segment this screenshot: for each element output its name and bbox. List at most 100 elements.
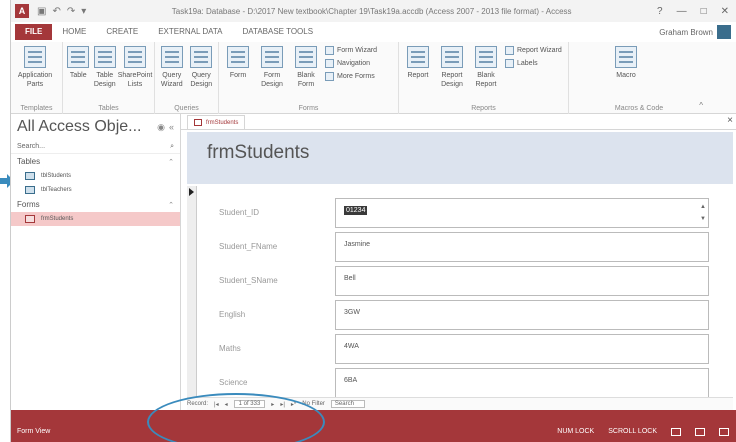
navigation-pane: All Access Obje... ◉ « Search... ⌕ Table…	[11, 114, 181, 410]
sharepoint-lists-icon	[124, 46, 146, 68]
query-design-icon	[190, 46, 213, 68]
view-status: Form View	[17, 428, 51, 435]
form-view-icon[interactable]	[671, 428, 681, 436]
form-button[interactable]: Form	[223, 46, 253, 80]
redo-icon[interactable]: ↷	[67, 6, 75, 17]
record-search-input[interactable]: Search	[330, 400, 365, 408]
nav-item-tblstudents[interactable]: tblStudents	[11, 169, 180, 183]
field-label: English	[219, 310, 246, 319]
nav-search-input[interactable]: Search...	[17, 143, 45, 150]
student-fname-field[interactable]: Jasmine	[335, 232, 709, 262]
avatar	[717, 25, 731, 39]
quick-access-toolbar: ▣ ↶ ↷ ▾	[37, 6, 86, 17]
english-field[interactable]: 3GW	[335, 300, 709, 330]
user-account[interactable]: Graham Brown	[659, 25, 731, 39]
table-button[interactable]: Table	[67, 46, 90, 80]
user-name: Graham Brown	[659, 27, 713, 37]
blank-form-icon	[295, 46, 317, 68]
labels-button[interactable]: Labels	[505, 59, 562, 68]
save-icon[interactable]: ▣	[37, 6, 46, 17]
query-wizard-icon	[160, 46, 183, 68]
nav-item-frmstudents[interactable]: frmStudents	[11, 212, 180, 226]
scroll-arrows-icon[interactable]: ▲ ▼	[700, 201, 706, 225]
application-parts-icon	[24, 46, 46, 68]
minimize-button[interactable]: —	[677, 6, 687, 17]
report-icon	[407, 46, 429, 68]
tab-database-tools[interactable]: DATABASE TOOLS	[233, 24, 324, 40]
student-id-field[interactable]: 01234 ▲ ▼	[335, 198, 709, 228]
collapse-icon: ⌃	[168, 201, 174, 209]
more-forms-icon	[325, 72, 334, 81]
close-button[interactable]: ✕	[721, 6, 729, 17]
nav-pane-header[interactable]: All Access Obje... ◉ «	[11, 114, 180, 140]
shutter-bar-icon[interactable]: «	[169, 122, 174, 133]
field-label: Student_SName	[219, 276, 278, 285]
more-forms-button[interactable]: More Forms	[325, 72, 377, 81]
blank-report-button[interactable]: Blank Report	[471, 46, 501, 89]
form-design-button[interactable]: Form Design	[257, 46, 287, 89]
science-field[interactable]: 6BA	[335, 368, 709, 398]
query-wizard-button[interactable]: Query Wizard	[159, 46, 185, 89]
collapse-ribbon-icon[interactable]: ^	[699, 101, 703, 110]
table-icon	[25, 172, 35, 180]
field-row-student-fname: Student_FName Jasmine	[219, 232, 719, 262]
navigation-button[interactable]: Navigation	[325, 59, 377, 68]
window-title: Task19a: Database - D:\2017 New textbook…	[171, 6, 572, 16]
group-label: Forms	[298, 105, 319, 112]
tab-file[interactable]: FILE	[15, 24, 53, 40]
report-design-button[interactable]: Report Design	[437, 46, 467, 89]
record-selector[interactable]	[187, 186, 197, 402]
tab-frmstudents[interactable]: frmStudents	[187, 115, 246, 129]
field-row-student-sname: Student_SName Bell	[219, 266, 719, 296]
undo-icon[interactable]: ↶	[52, 6, 60, 17]
group-label: Templates	[20, 105, 53, 112]
report-button[interactable]: Report	[403, 46, 433, 80]
field-label: Maths	[219, 344, 241, 353]
field-label: Science	[219, 378, 248, 387]
forms-small-buttons: Form Wizard Navigation More Forms	[325, 46, 377, 81]
access-window: A ▣ ↶ ↷ ▾ Task19a: Database - D:\2017 Ne…	[10, 0, 736, 442]
field-row-science: Science 6BA	[219, 368, 719, 398]
maximize-button[interactable]: □	[701, 6, 707, 17]
chevron-down-icon[interactable]: ◉	[157, 122, 165, 133]
form-icon	[227, 46, 249, 68]
tab-home[interactable]: HOME	[52, 24, 96, 40]
design-view-icon[interactable]	[719, 428, 729, 436]
field-label: Student_FName	[219, 242, 278, 251]
nav-search[interactable]: Search... ⌕	[11, 140, 180, 154]
report-wizard-button[interactable]: Report Wizard	[505, 46, 562, 55]
form-wizard-button[interactable]: Form Wizard	[325, 46, 377, 55]
nav-item-tblteachers[interactable]: tblTeachers	[11, 183, 180, 197]
nav-section-forms[interactable]: Forms ⌃	[11, 197, 180, 212]
macro-button[interactable]: Macro	[611, 46, 641, 80]
tab-external-data[interactable]: EXTERNAL DATA	[148, 24, 232, 40]
report-wizard-icon	[505, 46, 514, 55]
student-sname-field[interactable]: Bell	[335, 266, 709, 296]
maths-field[interactable]: 4WA	[335, 334, 709, 364]
status-bar: Form View NUM LOCK SCROLL LOCK	[11, 410, 736, 442]
tab-create[interactable]: CREATE	[96, 24, 148, 40]
blank-form-button[interactable]: Blank Form	[291, 46, 321, 89]
num-lock-indicator: NUM LOCK	[557, 428, 595, 435]
form-header: frmStudents	[187, 132, 733, 184]
nav-section-tables[interactable]: Tables ⌃	[11, 154, 180, 169]
group-label: Reports	[471, 105, 496, 112]
layout-view-icon[interactable]	[695, 428, 705, 436]
form-design-icon	[261, 46, 283, 68]
access-app-icon: A	[15, 4, 29, 18]
form-wizard-icon	[325, 46, 334, 55]
help-button[interactable]: ?	[657, 6, 663, 17]
application-parts-button[interactable]: Application Parts	[15, 46, 55, 89]
collapse-icon: ⌃	[168, 158, 174, 166]
table-icon	[67, 46, 90, 68]
current-record-arrow-icon	[189, 188, 194, 196]
group-label: Macros & Code	[614, 105, 664, 112]
document-area: frmStudents × frmStudents Student_ID 012…	[181, 114, 736, 410]
table-design-button[interactable]: Table Design	[93, 46, 117, 89]
group-label: Queries	[174, 105, 199, 112]
form-icon	[194, 119, 202, 126]
ribbon-group-queries: Query Wizard Query Design Queries	[155, 42, 219, 114]
sharepoint-lists-button[interactable]: SharePoint Lists	[118, 46, 152, 89]
query-design-button[interactable]: Query Design	[189, 46, 215, 89]
close-icon[interactable]: ×	[727, 115, 733, 126]
